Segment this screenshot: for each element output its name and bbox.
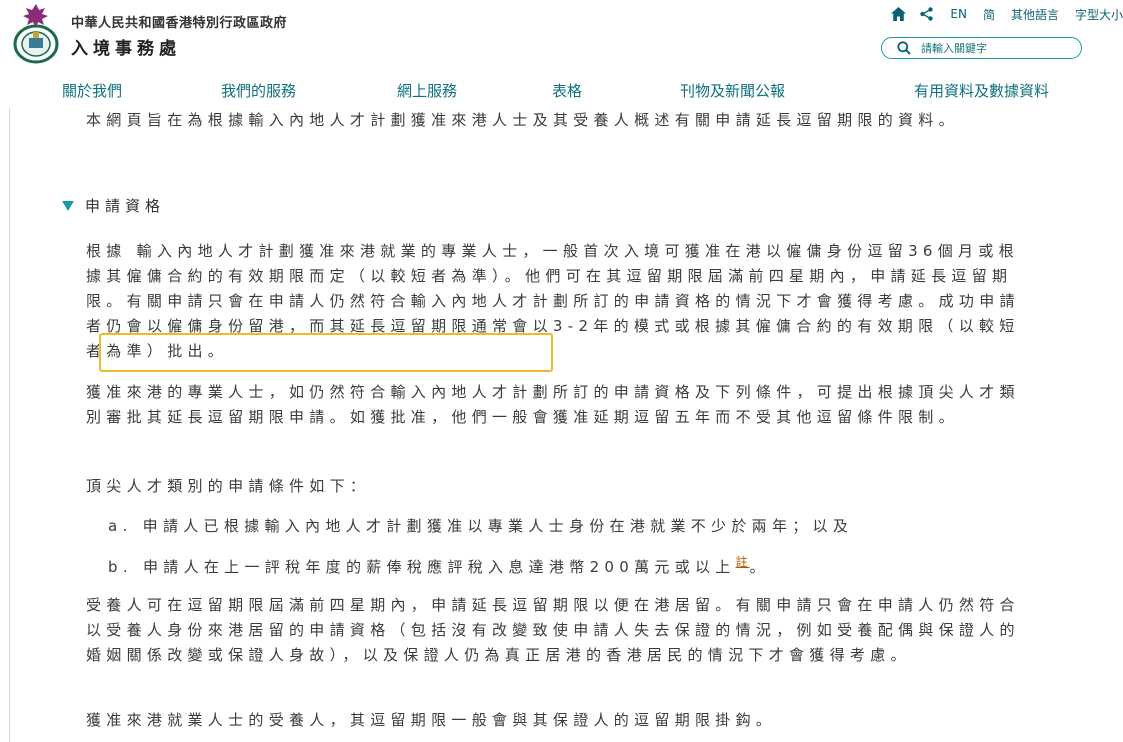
- list-item-end: 。: [749, 558, 770, 576]
- section-header-eligibility[interactable]: 申請資格: [62, 195, 165, 216]
- department-name[interactable]: 入境事務處: [71, 34, 181, 59]
- share-icon[interactable]: [918, 6, 934, 22]
- home-icon[interactable]: [890, 6, 906, 22]
- list-item-text: 申請人已根據輸入內地人才計劃獲准以專業人士身份在港就業不少於兩年；以及: [142, 517, 854, 535]
- list-marker: b.: [108, 558, 133, 576]
- page: 中華人民共和國香港特別行政區政府 入境事務處 EN 简 其他語言 字型大小 關於…: [0, 0, 1123, 742]
- nav-item-about[interactable]: 關於我們: [62, 80, 122, 101]
- list-item: b. 申請人在上一評稅年度的薪俸稅應評稅入息達港幣200萬元或以上註。: [108, 550, 1038, 580]
- main-nav: 關於我們 我們的服務 網上服務 表格 刊物及新聞公報 有用資料及數據資料: [0, 80, 1123, 104]
- lang-en-link[interactable]: EN: [950, 7, 967, 21]
- search-icon[interactable]: [897, 41, 911, 55]
- site-header: 中華人民共和國香港特別行政區政府 入境事務處 EN 简 其他語言 字型大小 關於…: [0, 0, 1123, 108]
- nav-item-useful-info[interactable]: 有用資料及數據資料: [914, 80, 1049, 101]
- font-size-link[interactable]: 字型大小: [1075, 6, 1123, 23]
- other-languages-link[interactable]: 其他語言: [1011, 6, 1059, 23]
- search-input[interactable]: [921, 41, 1061, 55]
- nav-item-services[interactable]: 我們的服務: [221, 80, 296, 101]
- eligibility-paragraph-2: 獲准來港的專業人士，如仍然符合輸入內地人才計劃所訂的申請資格及下列條件，可提出根…: [86, 383, 1020, 426]
- dependants-stay-paragraph: 獲准來港就業人士的受養人，其逗留期限一般會與其保證人的逗留期限掛鈎。: [86, 711, 777, 729]
- intro-paragraph: 本網頁旨在為根據輸入內地人才計劃獲准來港人士及其受養人概述有關申請延長逗留期限的…: [86, 111, 959, 129]
- government-name: 中華人民共和國香港特別行政區政府: [71, 16, 288, 31]
- eligibility-paragraph-1: 根據 輸入內地人才計劃獲准來港就業的專業人士，一般首次入境可獲准在港以僱傭身份逗…: [86, 242, 1020, 360]
- nav-item-forms[interactable]: 表格: [552, 80, 582, 101]
- lang-sc-link[interactable]: 简: [983, 6, 995, 23]
- search-bar[interactable]: [881, 37, 1082, 59]
- nav-item-e-services[interactable]: 網上服務: [397, 80, 457, 101]
- left-divider: [9, 104, 10, 742]
- footnote-link[interactable]: 註: [736, 555, 750, 569]
- nav-item-publications[interactable]: 刊物及新聞公報: [680, 80, 785, 101]
- utility-bar: EN 简 其他語言 字型大小: [878, 5, 1123, 23]
- section-title: 申請資格: [85, 197, 166, 215]
- expand-triangle-icon[interactable]: [62, 200, 74, 211]
- dependants-paragraph: 受養人可在逗留期限屆滿前四星期內，申請延長逗留期限以便在港居留。有關申請只會在申…: [86, 596, 1020, 664]
- list-marker: a.: [108, 517, 133, 535]
- eligibility-paragraph-3: 頂尖人才類別的申請條件如下：: [86, 477, 371, 495]
- hksar-emblem-logo[interactable]: [10, 2, 62, 64]
- list-item: a. 申請人已根據輸入內地人才計劃獲准以專業人士身份在港就業不少於兩年；以及: [108, 514, 1038, 539]
- list-item-text: 申請人在上一評稅年度的薪俸稅應評稅入息達港幣200萬元或以上: [142, 558, 736, 576]
